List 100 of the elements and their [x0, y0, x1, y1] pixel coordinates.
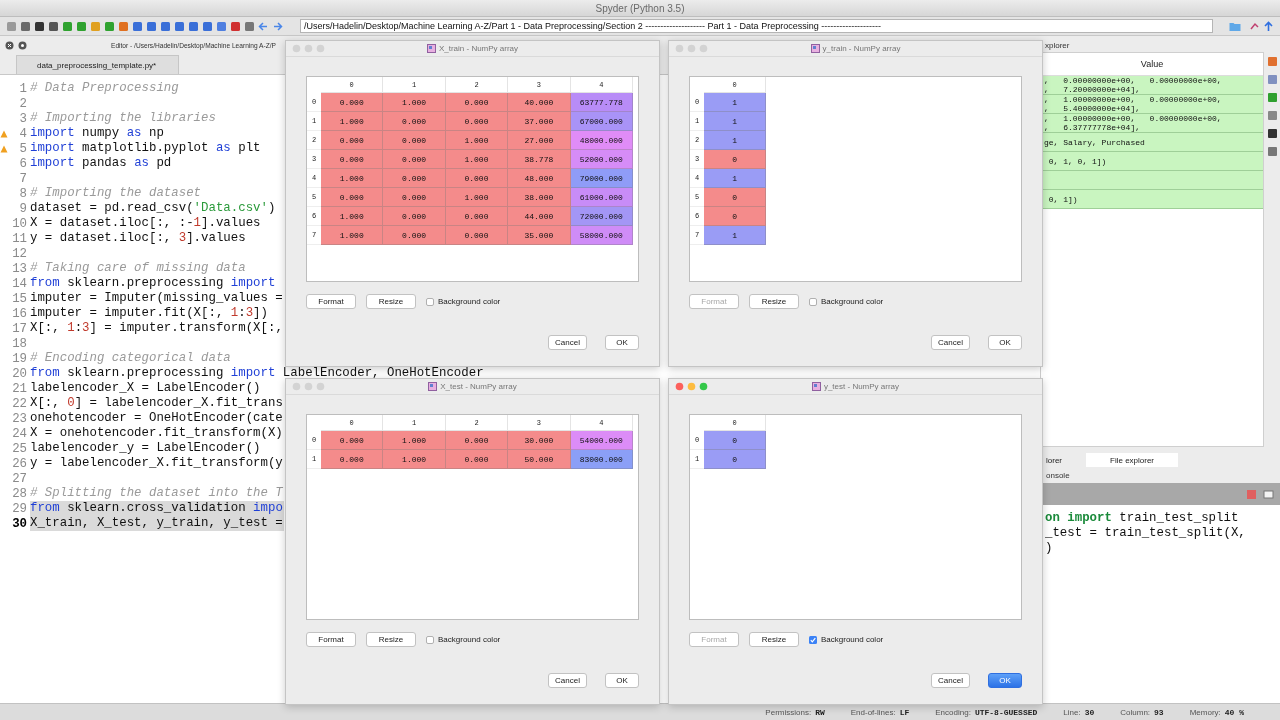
- format-button[interactable]: Format: [306, 632, 356, 647]
- resize-button[interactable]: Resize: [366, 294, 416, 309]
- up-arrow-icon[interactable]: [1263, 20, 1274, 32]
- checkbox-label[interactable]: Background color: [438, 297, 501, 306]
- table-cell[interactable]: 1: [704, 93, 767, 112]
- options-icon[interactable]: [1263, 488, 1274, 500]
- table-cell[interactable]: 0.000: [321, 450, 384, 469]
- table-cell[interactable]: 0: [704, 431, 767, 450]
- table-cell[interactable]: 1.000: [321, 207, 384, 226]
- table-cell[interactable]: 1.000: [445, 188, 509, 207]
- table-cell[interactable]: 1.000: [383, 93, 446, 112]
- table-cell[interactable]: 61000.000: [570, 188, 633, 207]
- table-cell[interactable]: 35.000: [508, 226, 571, 245]
- table-cell[interactable]: 0: [704, 188, 767, 207]
- table-cell[interactable]: 52000.000: [570, 150, 633, 169]
- table-cell[interactable]: 1.000: [321, 226, 384, 245]
- table-cell[interactable]: 1.000: [383, 450, 446, 469]
- table-cell[interactable]: 0: [704, 207, 767, 226]
- variable-row[interactable]: 0, 1, 0, 1]): [1041, 152, 1263, 171]
- table-cell[interactable]: 40.000: [508, 93, 571, 112]
- table-cell[interactable]: 0.000: [445, 169, 509, 188]
- table-cell[interactable]: 0.000: [445, 93, 509, 112]
- table-cell[interactable]: 72000.000: [570, 207, 633, 226]
- table-cell[interactable]: 0.000: [321, 150, 384, 169]
- table-cell[interactable]: 79000.000: [570, 169, 633, 188]
- resize-button[interactable]: Resize: [749, 294, 799, 309]
- toolbar-icon[interactable]: [34, 20, 45, 32]
- toolbar-icon[interactable]: [48, 20, 59, 32]
- table-cell[interactable]: 83000.000: [570, 450, 633, 469]
- table-cell[interactable]: 1.000: [445, 131, 509, 150]
- table-cell[interactable]: 38.000: [508, 188, 571, 207]
- table-cell[interactable]: 48.000: [508, 169, 571, 188]
- table-cell[interactable]: 0.000: [383, 226, 446, 245]
- pane-tab[interactable]: File explorer: [1086, 453, 1179, 467]
- checkbox[interactable]: [809, 297, 817, 306]
- table-cell[interactable]: 0.000: [445, 431, 509, 450]
- table-cell[interactable]: 50.000: [508, 450, 571, 469]
- table-cell[interactable]: 27.000: [508, 131, 571, 150]
- table-cell[interactable]: 0.000: [321, 431, 384, 450]
- table-cell[interactable]: 63777.778: [570, 93, 633, 112]
- table-cell[interactable]: 58000.000: [570, 226, 633, 245]
- checkbox[interactable]: [809, 635, 817, 644]
- table-cell[interactable]: 0.000: [383, 188, 446, 207]
- table-cell[interactable]: 48000.000: [570, 131, 633, 150]
- table-cell[interactable]: 0.000: [383, 169, 446, 188]
- table-cell[interactable]: 37.000: [508, 112, 571, 131]
- variable-row[interactable]: , 1.00000000e+00, 0.00000000e+00, , 5.40000000e+04],: [1041, 95, 1263, 114]
- cancel-button[interactable]: Cancel: [931, 335, 970, 350]
- table-cell[interactable]: 0.000: [445, 207, 509, 226]
- checkbox-label[interactable]: Background color: [821, 635, 884, 644]
- table-cell[interactable]: 0.000: [321, 131, 384, 150]
- table-cell[interactable]: 0.000: [383, 207, 446, 226]
- table-cell[interactable]: 0.000: [445, 112, 509, 131]
- resize-button[interactable]: Resize: [366, 632, 416, 647]
- format-button[interactable]: Format: [306, 294, 356, 309]
- checkbox-label[interactable]: Background color: [438, 635, 501, 644]
- table-cell[interactable]: 0: [704, 150, 767, 169]
- close-icon[interactable]: [5, 40, 14, 50]
- variable-row[interactable]: , 1.00000000e+00, 0.00000000e+00, , 6.37777778e+04],: [1041, 114, 1263, 133]
- table-cell[interactable]: 0.000: [321, 188, 384, 207]
- path-field[interactable]: /Users/Hadelin/Desktop/Machine Learning A-Z/Part 1 - Data Preprocessing/Section 2 -------------------- Part 1 - Data Preprocessing --------------------: [300, 19, 1213, 33]
- variable-row[interactable]: , 0.00000000e+00, 0.00000000e+00, , 7.20000000e+04],: [1041, 76, 1263, 95]
- cancel-button[interactable]: Cancel: [548, 673, 587, 688]
- table-cell[interactable]: 1.000: [445, 150, 509, 169]
- back-arrow-icon[interactable]: [258, 20, 269, 32]
- checkbox[interactable]: [426, 635, 434, 644]
- variable-row[interactable]: 0, 1]): [1041, 190, 1263, 209]
- toolbar-icon[interactable]: [1266, 128, 1278, 139]
- file-tab[interactable]: data_preprocessing_template.py*: [16, 55, 180, 74]
- forward-arrow-icon[interactable]: [272, 20, 283, 32]
- table-cell[interactable]: 0.000: [383, 150, 446, 169]
- undock-icon[interactable]: [18, 40, 27, 50]
- table-cell[interactable]: 1.000: [321, 169, 384, 188]
- cancel-button[interactable]: Cancel: [931, 673, 970, 688]
- table-cell[interactable]: 0.000: [445, 226, 509, 245]
- table-cell[interactable]: 38.778: [508, 150, 571, 169]
- table-cell[interactable]: 0: [704, 450, 767, 469]
- table-cell[interactable]: 67000.000: [570, 112, 633, 131]
- stop-icon[interactable]: [1246, 488, 1257, 500]
- table-cell[interactable]: 1.000: [321, 112, 384, 131]
- table-cell[interactable]: 44.000: [508, 207, 571, 226]
- table-cell[interactable]: 1: [704, 112, 767, 131]
- pane-tab[interactable]: lorer: [1046, 453, 1086, 467]
- ok-button[interactable]: OK: [988, 335, 1022, 350]
- table-cell[interactable]: 0.000: [383, 131, 446, 150]
- table-cell[interactable]: 1: [704, 226, 767, 245]
- checkbox-label[interactable]: Background color: [821, 297, 884, 306]
- table-cell[interactable]: 1.000: [383, 431, 446, 450]
- cancel-button[interactable]: Cancel: [548, 335, 587, 350]
- variable-row[interactable]: ge, Salary, Purchased: [1041, 133, 1263, 152]
- table-cell[interactable]: 54000.000: [570, 431, 633, 450]
- checkbox[interactable]: [426, 297, 434, 306]
- ok-button[interactable]: OK: [605, 335, 639, 350]
- table-cell[interactable]: 0.000: [383, 112, 446, 131]
- table-cell[interactable]: 0.000: [445, 450, 509, 469]
- ok-button[interactable]: OK: [605, 673, 639, 688]
- resize-button[interactable]: Resize: [749, 632, 799, 647]
- table-cell[interactable]: 1: [704, 169, 767, 188]
- table-cell[interactable]: 0.000: [321, 93, 384, 112]
- table-cell[interactable]: 30.000: [508, 431, 571, 450]
